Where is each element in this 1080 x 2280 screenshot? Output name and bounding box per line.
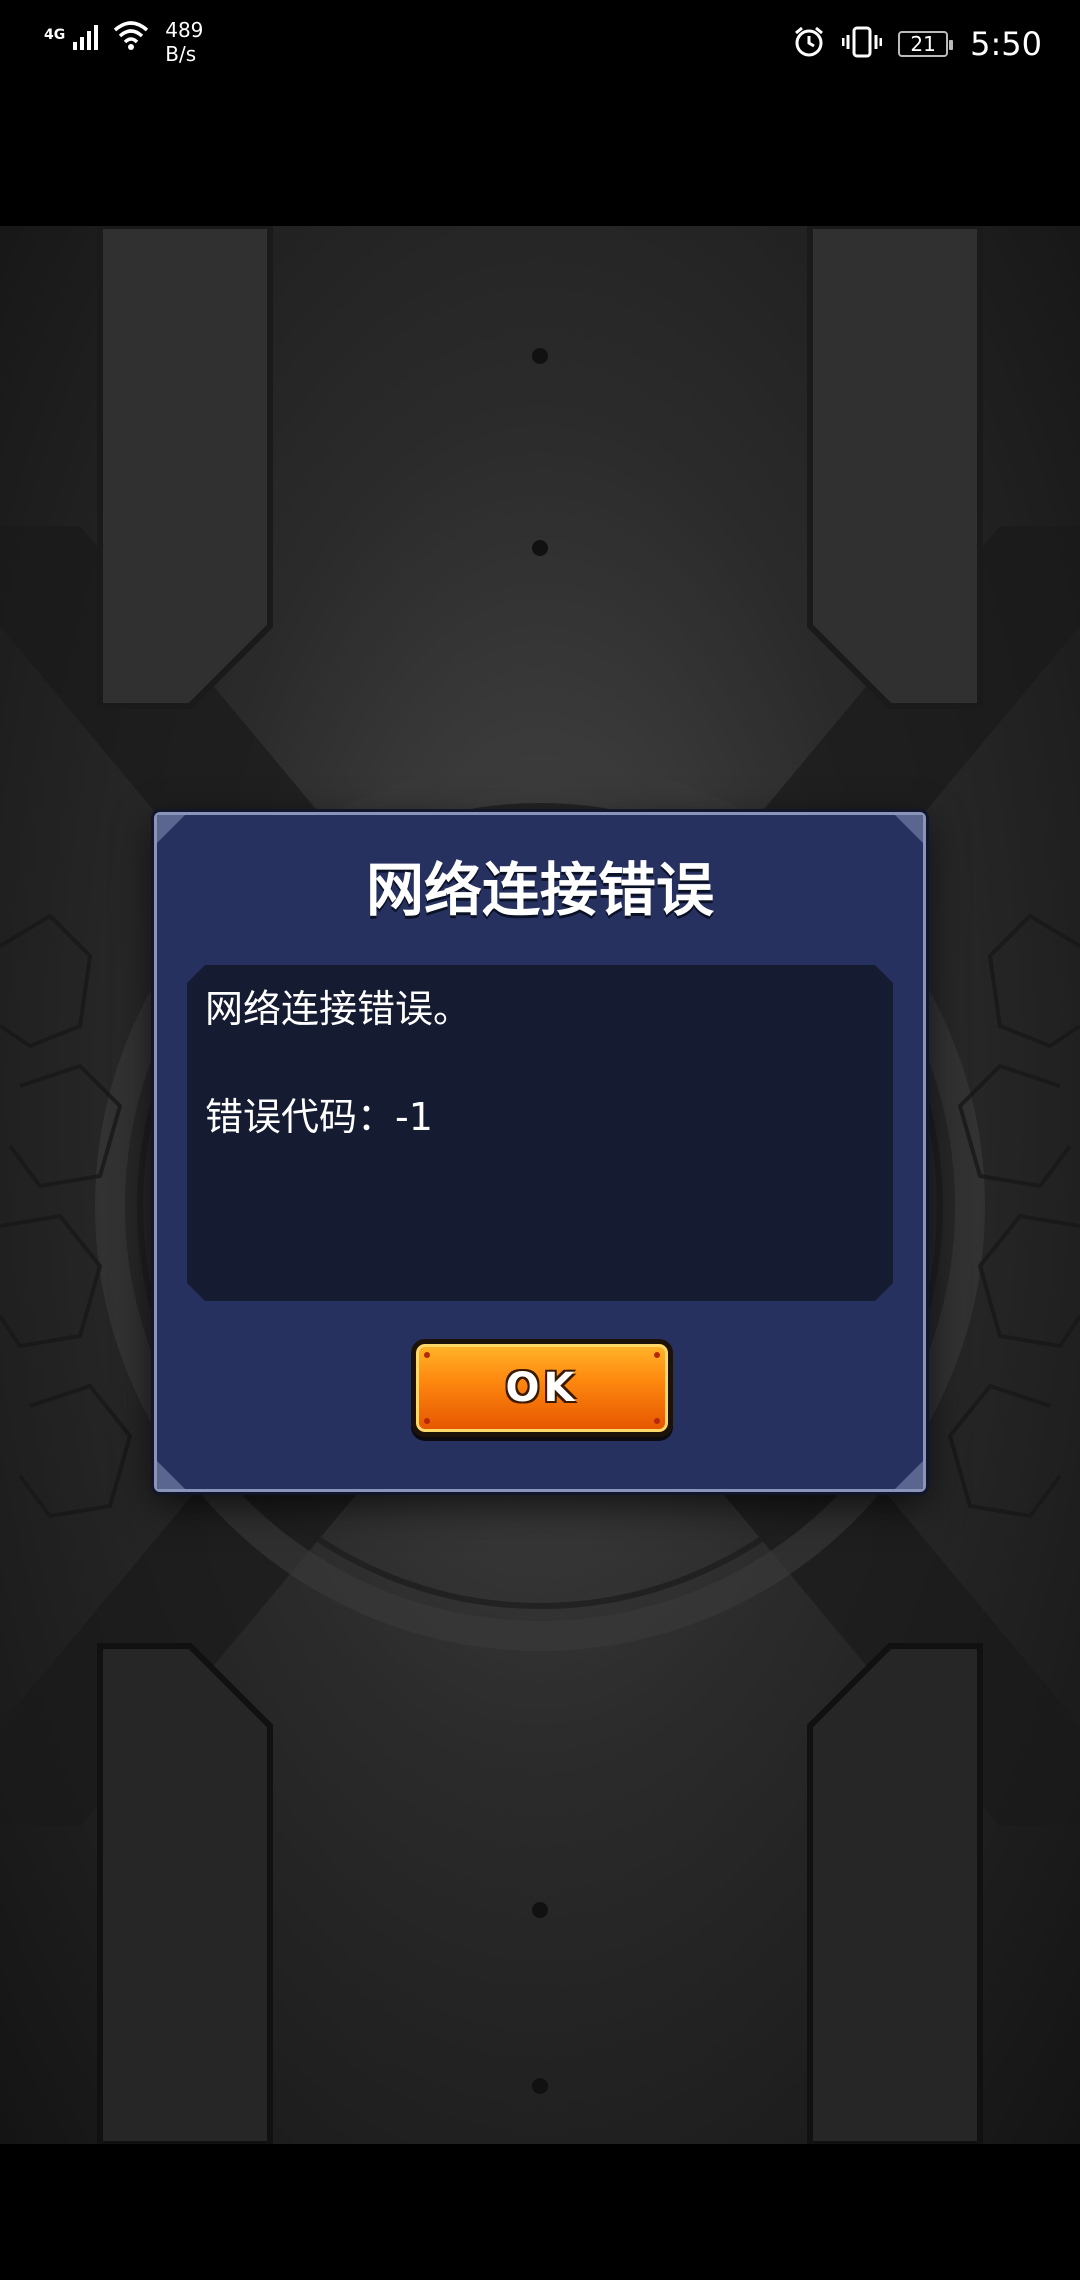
signal-icon xyxy=(71,18,105,56)
ok-button-label: OK xyxy=(505,1365,579,1411)
wifi-icon xyxy=(111,18,151,56)
status-bar: 4G 489 B/s 21 5:50 xyxy=(0,0,1080,92)
status-bar-left: 4G 489 B/s xyxy=(44,18,203,66)
dialog-corner-ornament xyxy=(895,815,923,843)
alarm-icon xyxy=(792,25,826,63)
rivet-decoration xyxy=(424,1418,430,1424)
dialog-message-panel: 网络连接错误。 错误代码：-1 xyxy=(187,965,893,1301)
dialog-corner-ornament xyxy=(157,815,185,843)
rivet-decoration xyxy=(654,1418,660,1424)
rivet-decoration xyxy=(424,1352,430,1358)
status-bar-right: 21 5:50 xyxy=(792,22,1042,66)
battery-icon: 21 xyxy=(898,31,954,57)
dialog-corner-ornament xyxy=(157,1461,185,1489)
error-code-text: 错误代码：-1 xyxy=(205,1095,433,1139)
network-speed: 489 B/s xyxy=(165,18,203,66)
ok-button[interactable]: OK xyxy=(411,1339,673,1437)
game-background: 网络连接错误 网络连接错误。 错误代码：-1 OK xyxy=(0,226,1080,2144)
rivet-decoration xyxy=(654,1352,660,1358)
clock-time: 5:50 xyxy=(970,25,1042,63)
network-speed-unit: B/s xyxy=(165,42,197,66)
dialog-title: 网络连接错误 xyxy=(365,856,714,924)
network-error-dialog: 网络连接错误 网络连接错误。 错误代码：-1 OK xyxy=(154,812,926,1492)
network-speed-value: 489 xyxy=(165,18,204,42)
vibrate-icon xyxy=(841,25,883,63)
bottom-black-bar xyxy=(0,2144,1080,2280)
dialog-message: 网络连接错误。 xyxy=(205,987,472,1031)
battery-level: 21 xyxy=(910,32,936,56)
dialog-corner-ornament xyxy=(895,1461,923,1489)
network-type-label: 4G xyxy=(44,27,66,43)
